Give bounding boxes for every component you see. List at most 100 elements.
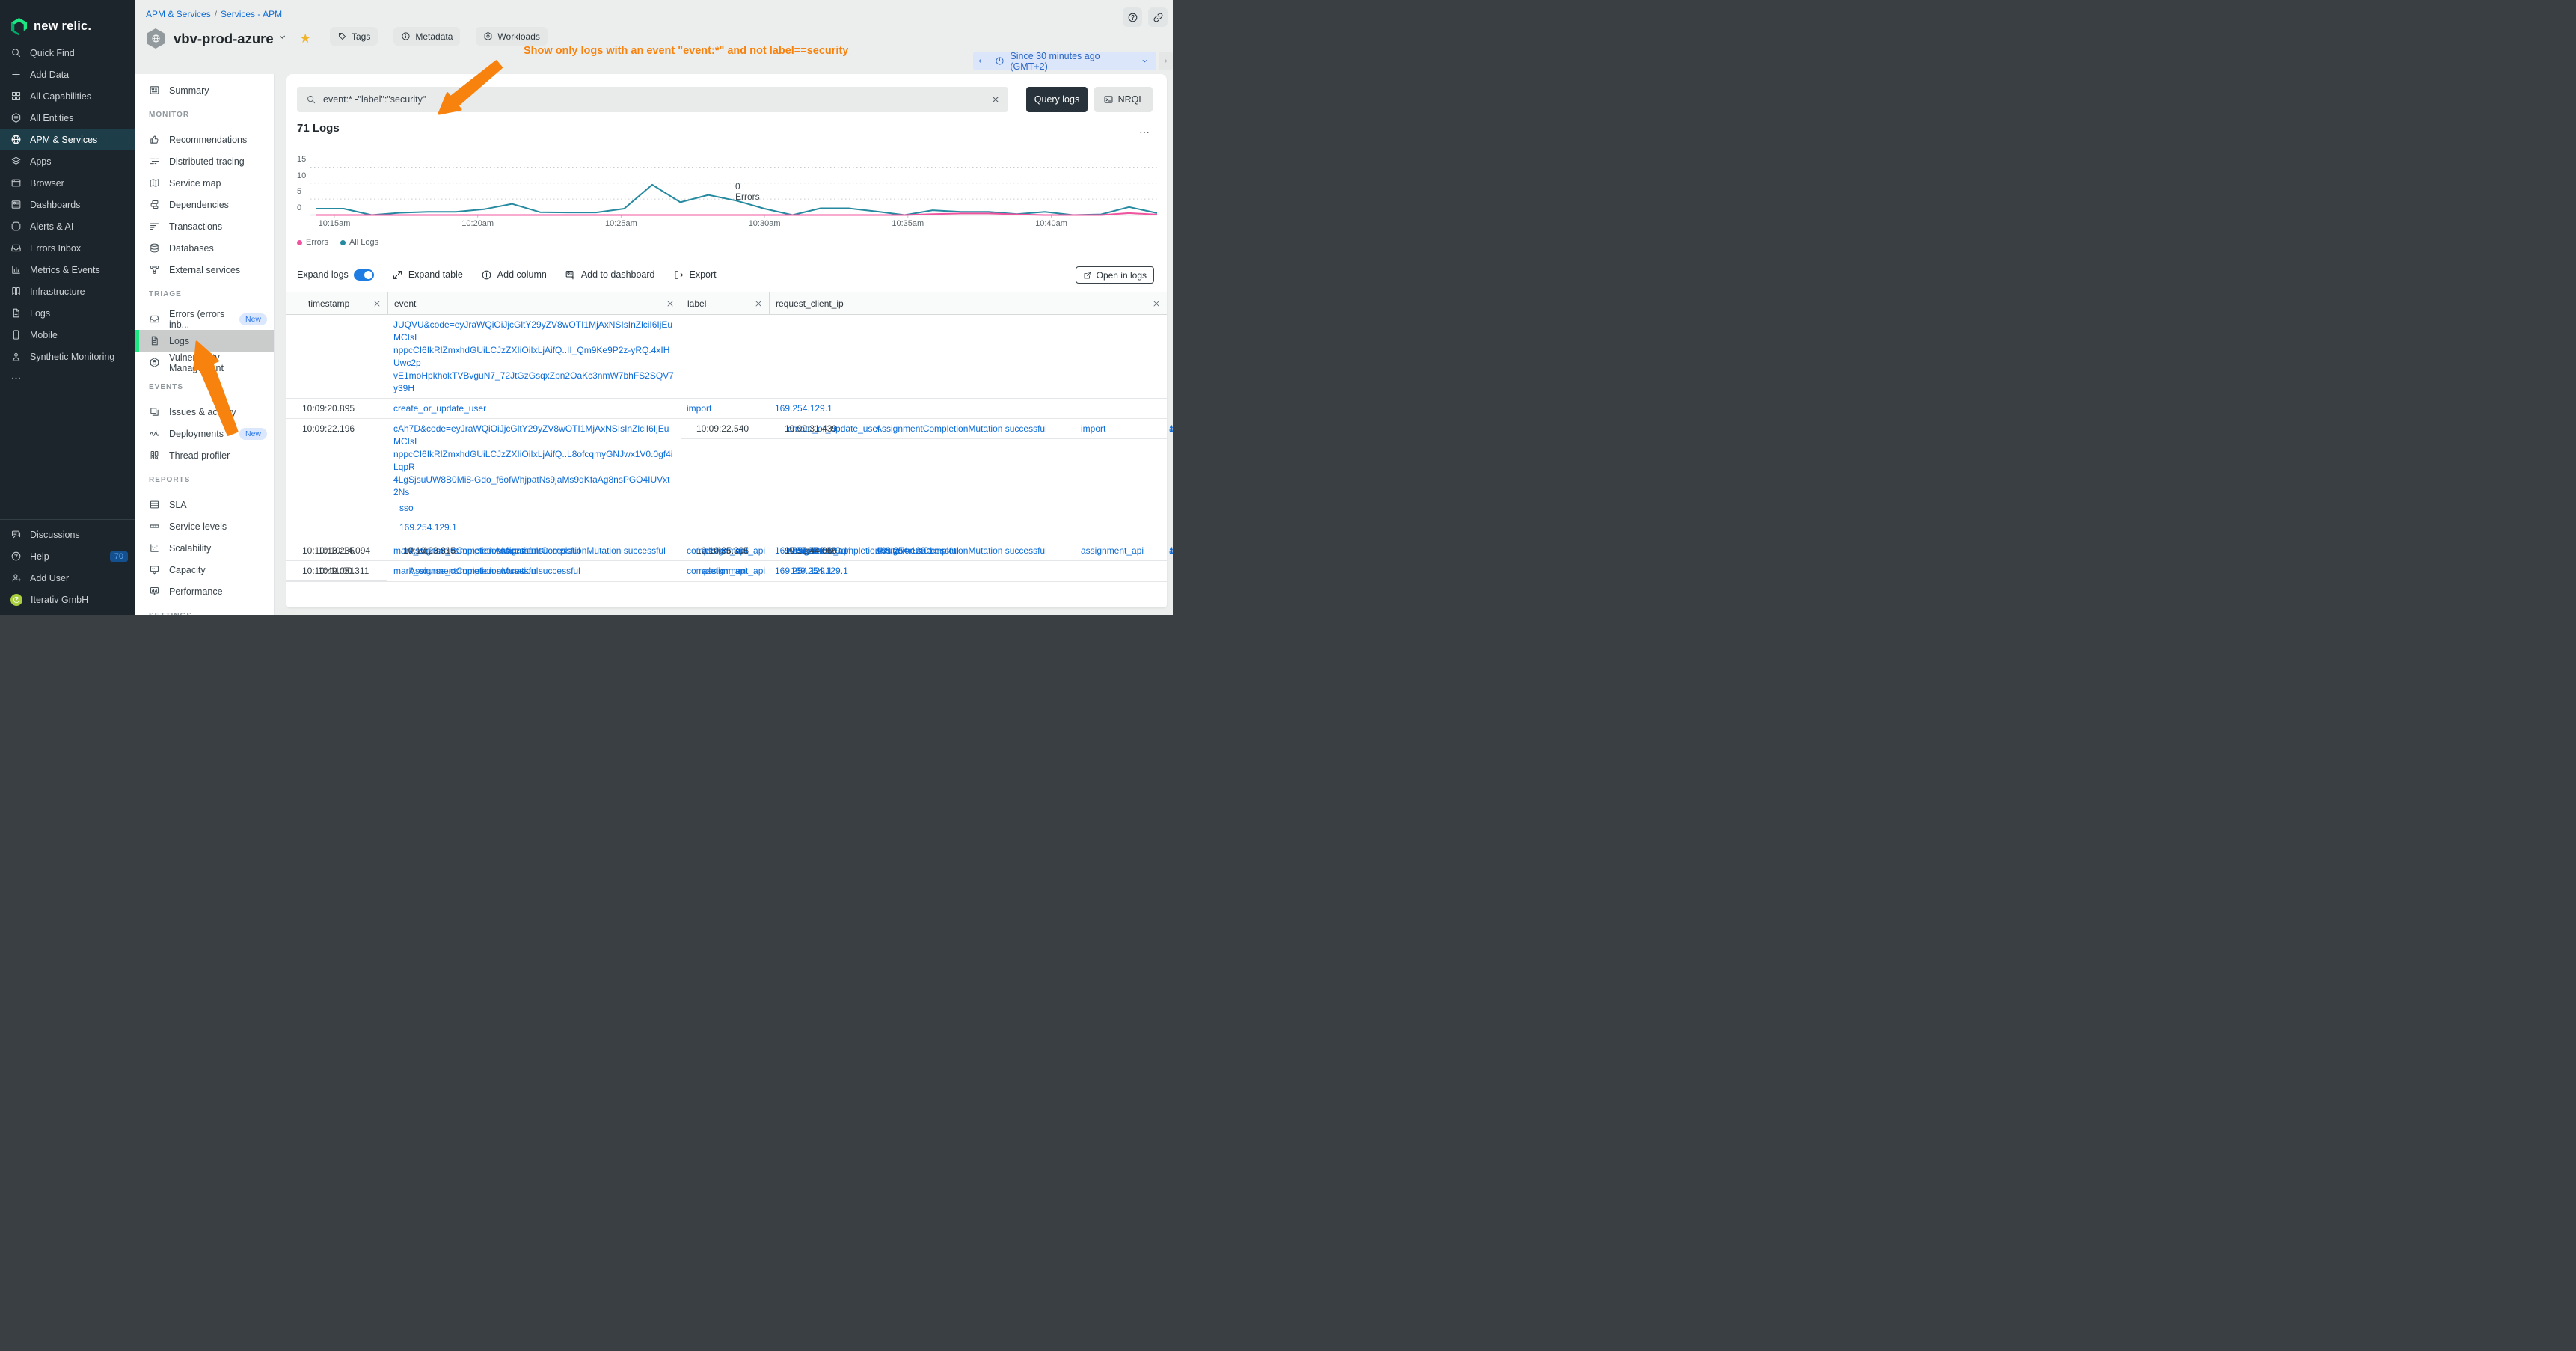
pill-metadata[interactable]: Metadata bbox=[393, 27, 460, 46]
subnav-item-summary[interactable]: Summary bbox=[135, 79, 274, 101]
sidebar-item-discussions[interactable]: Discussions bbox=[0, 524, 135, 545]
subnav-item-dependencies[interactable]: Dependencies bbox=[135, 194, 274, 215]
chart-point-annotation: 0 Errors bbox=[735, 181, 760, 202]
expand-table-button[interactable]: Expand table bbox=[392, 269, 463, 281]
sidebar-item-mobile[interactable]: Mobile bbox=[0, 324, 135, 346]
sidebar-item-quick-find[interactable]: Quick Find bbox=[0, 42, 135, 64]
sidebar-item-errors-inbox[interactable]: Errors Inbox bbox=[0, 237, 135, 259]
subnav-item-databases[interactable]: Databases bbox=[135, 237, 274, 259]
event-link[interactable]: AssignmentCompletionMutation successful bbox=[876, 545, 1047, 556]
sidebar-item-label: Add Data bbox=[30, 70, 69, 80]
query-logs-button[interactable]: Query logs bbox=[1026, 87, 1088, 112]
time-forward-button[interactable] bbox=[1159, 52, 1173, 70]
userplus-icon bbox=[10, 572, 22, 583]
time-back-button[interactable] bbox=[973, 52, 987, 70]
sidebar-item-all-entities[interactable]: All Entities bbox=[0, 107, 135, 129]
nav-section-events: EVENTS bbox=[135, 373, 274, 401]
column-header-label: label bbox=[687, 298, 706, 309]
remove-column-button[interactable] bbox=[754, 299, 763, 308]
subnav-item-capacity[interactable]: Capacity bbox=[135, 559, 274, 580]
subnav-item-issues-activity[interactable]: Issues & activity bbox=[135, 401, 274, 423]
newrelic-logo[interactable]: new relic. bbox=[0, 0, 135, 42]
sidebar-item-infrastructure[interactable]: Infrastructure bbox=[0, 281, 135, 302]
label-link[interactable]: sso bbox=[399, 503, 414, 513]
sidebar-item-metrics-events[interactable]: Metrics & Events bbox=[0, 259, 135, 281]
subnav-item-vulnerability-management[interactable]: Vulnerability Management bbox=[135, 352, 274, 373]
log-search-input[interactable]: event:* -"label":"security" bbox=[297, 87, 1008, 112]
sidebar-item-browser[interactable]: Browser bbox=[0, 172, 135, 194]
event-link[interactable]: JUQVU&code=eyJraWQiOiJjcGltY29yZV8wOTI1M… bbox=[393, 319, 675, 395]
breadcrumb-link[interactable]: APM & Services bbox=[146, 9, 211, 19]
sidebar-item-add-data[interactable]: Add Data bbox=[0, 64, 135, 85]
sidebar-item-logs[interactable]: Logs bbox=[0, 302, 135, 324]
logs-table: timestampeventlabelrequest_client_ipJUQV… bbox=[286, 292, 1167, 582]
sidebar-item-all-capabilities[interactable]: All Capabilities bbox=[0, 85, 135, 107]
entity-dropdown[interactable] bbox=[277, 32, 287, 46]
clear-query-button[interactable] bbox=[990, 94, 1001, 108]
nrql-button[interactable]: NRQL bbox=[1094, 87, 1153, 112]
label-link[interactable]: assignment_api bbox=[702, 566, 765, 576]
expand-logs-toggle[interactable] bbox=[354, 269, 374, 281]
legend-item-all-logs[interactable]: All Logs bbox=[340, 238, 378, 247]
sidebar-item-dashboards[interactable]: Dashboards bbox=[0, 194, 135, 215]
subnav-item-scalability[interactable]: Scalability bbox=[135, 537, 274, 559]
ip-link[interactable]: 169.254.129.1 bbox=[791, 566, 848, 576]
subnav-item-label: Service levels bbox=[169, 521, 227, 532]
pill-workloads[interactable]: Workloads bbox=[476, 27, 547, 46]
copy-link-button[interactable] bbox=[1148, 7, 1168, 27]
sidebar-item-synthetic-monitoring[interactable]: Synthetic Monitoring bbox=[0, 346, 135, 367]
chart-legend: Errors All Logs bbox=[297, 238, 378, 247]
sidebar-item-add-user[interactable]: Add User bbox=[0, 567, 135, 589]
label-link[interactable]: import bbox=[687, 403, 711, 414]
time-range-button[interactable]: Since 30 minutes ago (GMT+2) bbox=[987, 52, 1156, 70]
sidebar-item-help[interactable]: Help70 bbox=[0, 545, 135, 567]
event-link[interactable]: cAh7D&code=eyJraWQiOiJjcGltY29yZV8wOTI1M… bbox=[393, 423, 675, 499]
ip-link[interactable]: 169.254.129.1 bbox=[775, 403, 832, 414]
sidebar-item-alerts-ai[interactable]: Alerts & AI bbox=[0, 215, 135, 237]
subnav-item-logs[interactable]: Logs bbox=[135, 330, 274, 352]
subnav-item-recommendations[interactable]: Recommendations bbox=[135, 129, 274, 150]
subnav-item-transactions[interactable]: Transactions bbox=[135, 215, 274, 237]
open-in-logs-button[interactable]: Open in logs bbox=[1076, 266, 1154, 284]
add-column-button[interactable]: Add column bbox=[481, 269, 547, 281]
label-link[interactable]: assignment_api bbox=[1169, 545, 1173, 556]
nav-section-monitor: MONITOR bbox=[135, 101, 274, 129]
subnav-item-deployments[interactable]: DeploymentsNew bbox=[135, 423, 274, 444]
help-button[interactable] bbox=[1123, 7, 1142, 27]
subnav-item-service-map[interactable]: Service map bbox=[135, 172, 274, 194]
add-to-dashboard-button[interactable]: Add to dashboard bbox=[565, 269, 655, 281]
sidebar-item-more[interactable] bbox=[0, 367, 135, 389]
subnav-item-service-levels[interactable]: Service levels bbox=[135, 515, 274, 537]
subnav-item-distributed-tracing[interactable]: Distributed tracing bbox=[135, 150, 274, 172]
export-button[interactable]: Export bbox=[673, 269, 717, 281]
subnav-item-external-services[interactable]: External services bbox=[135, 259, 274, 281]
sidebar-item-apm-services[interactable]: APM & Services bbox=[0, 129, 135, 150]
label-link[interactable]: assignment_api bbox=[1169, 423, 1173, 434]
event-link[interactable]: AssignmentCompletionMutation successful bbox=[494, 545, 666, 556]
event-link[interactable]: create_or_update_user bbox=[393, 403, 486, 414]
time-picker: Since 30 minutes ago (GMT+2) bbox=[973, 52, 1173, 70]
subnav-item-performance[interactable]: Performance bbox=[135, 580, 274, 602]
remove-column-button[interactable] bbox=[1152, 299, 1161, 308]
grid-icon bbox=[10, 91, 22, 102]
ip-link[interactable]: 169.254.129.1 bbox=[399, 522, 457, 533]
event-link[interactable]: AssignmentCompletionMutation successful bbox=[409, 566, 580, 576]
subnav-item-sla[interactable]: SLA bbox=[135, 494, 274, 515]
layers-icon bbox=[10, 156, 22, 167]
breadcrumb-link[interactable]: Services - APM bbox=[221, 9, 282, 19]
favorite-star-icon[interactable]: ★ bbox=[300, 32, 311, 45]
logs-timeseries-chart[interactable]: 0 Errors 15105010:15am10:20am10:25am10:3… bbox=[297, 147, 1157, 230]
panel-menu-button[interactable] bbox=[1138, 126, 1150, 142]
event-link[interactable]: AssignmentCompletionMutation successful bbox=[876, 423, 1047, 434]
help-count-badge: 70 bbox=[110, 551, 128, 562]
annotation-text: Show only logs with an event "event:*" a… bbox=[524, 45, 848, 57]
subnav-item-thread-profiler[interactable]: Thread profiler bbox=[135, 444, 274, 466]
legend-item-errors[interactable]: Errors bbox=[297, 238, 328, 247]
sidebar-item-iterativ-gmbh[interactable]: Iterativ GmbH bbox=[0, 589, 135, 610]
subnav-item-errors-errors-inb-[interactable]: Errors (errors inb...New bbox=[135, 308, 274, 330]
pill-tags[interactable]: Tags bbox=[330, 27, 378, 46]
remove-column-button[interactable] bbox=[666, 299, 675, 308]
remove-column-button[interactable] bbox=[372, 299, 381, 308]
sidebar-item-apps[interactable]: Apps bbox=[0, 150, 135, 172]
event-link: AssignmentCompletionMutation successful bbox=[876, 423, 1047, 434]
